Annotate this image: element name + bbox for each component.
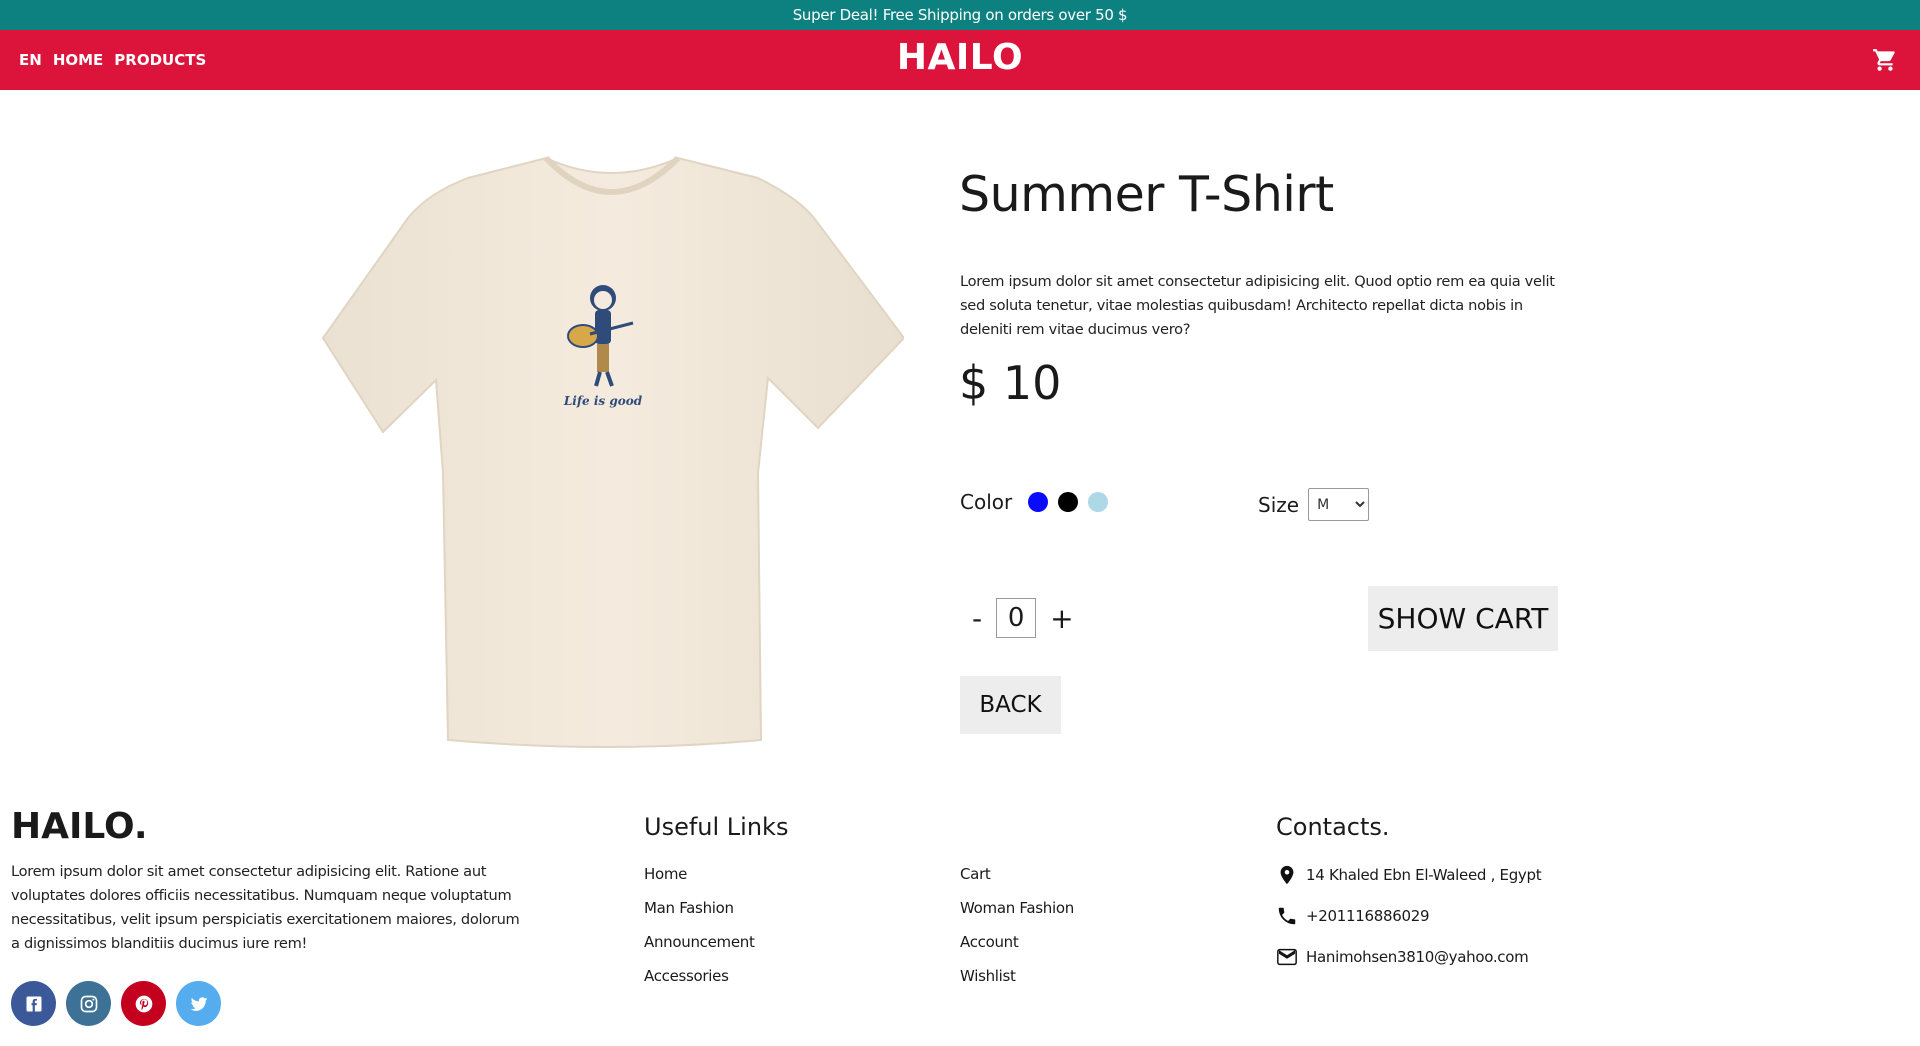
contact-phone: +201116886029 — [1276, 905, 1430, 927]
language-toggle[interactable]: EN — [19, 51, 42, 69]
decrease-quantity-button[interactable]: - — [968, 602, 986, 635]
size-selector: Size M — [1258, 488, 1370, 521]
footer-brand: HAILO. — [11, 806, 148, 847]
color-swatch-blue[interactable] — [1028, 492, 1049, 512]
useful-links-heading: Useful Links — [644, 813, 789, 841]
promo-bar: Super Deal! Free Shipping on orders over… — [0, 0, 1920, 30]
product-image: Life is good — [321, 155, 904, 748]
show-cart-button[interactable]: SHOW CART — [1368, 586, 1558, 651]
promo-text: Super Deal! Free Shipping on orders over… — [792, 6, 1128, 24]
contact-email: Hanimohsen3810@yahoo.com — [1276, 946, 1529, 968]
product-description: Lorem ipsum dolor sit amet consectetur a… — [960, 273, 1555, 338]
brand-logo: HAILO — [896, 37, 1024, 78]
nav-products-link[interactable]: PRODUCTS — [114, 51, 206, 69]
contact-address: 14 Khaled Ebn El-Waleed , Egypt — [1276, 864, 1542, 886]
color-swatch-black[interactable] — [1058, 492, 1079, 512]
tshirt-print-text: Life is good — [563, 394, 643, 408]
product-title: Summer T-Shirt — [959, 166, 1334, 223]
twitter-icon[interactable] — [176, 981, 221, 1026]
nav-home-link[interactable]: HOME — [53, 51, 103, 69]
footer-link-man-fashion[interactable]: Man Fashion — [644, 898, 755, 918]
color-selector: Color — [960, 490, 1109, 514]
color-label: Color — [960, 490, 1013, 514]
contact-phone-text: +201116886029 — [1306, 907, 1430, 925]
footer-link-woman-fashion[interactable]: Woman Fashion — [960, 898, 1074, 918]
footer-link-cart[interactable]: Cart — [960, 864, 1074, 884]
nav-left: EN HOME PRODUCTS — [19, 30, 206, 90]
color-swatch-light-blue[interactable] — [1088, 492, 1109, 512]
footer-link-wishlist[interactable]: Wishlist — [960, 966, 1074, 986]
tshirt-shape — [321, 156, 904, 748]
footer-links-column-2: Cart Woman Fashion Account Wishlist — [960, 864, 1074, 986]
contact-email-text: Hanimohsen3810@yahoo.com — [1306, 948, 1529, 966]
location-pin-icon — [1280, 865, 1294, 885]
facebook-icon[interactable] — [11, 981, 56, 1026]
footer-links-column-1: Home Man Fashion Announcement Accessorie… — [644, 864, 755, 986]
product-price: $ 10 — [959, 356, 1062, 410]
footer-description: Lorem ipsum dolor sit amet consectetur a… — [11, 863, 520, 952]
footer-link-home[interactable]: Home — [644, 864, 755, 884]
contact-address-text: 14 Khaled Ebn El-Waleed , Egypt — [1306, 866, 1542, 884]
footer-link-announcement[interactable]: Announcement — [644, 932, 755, 952]
footer-link-account[interactable]: Account — [960, 932, 1074, 952]
footer-link-accessories[interactable]: Accessories — [644, 966, 755, 986]
contacts-heading: Contacts. — [1276, 813, 1390, 841]
size-dropdown[interactable]: M — [1308, 488, 1370, 521]
instagram-icon[interactable] — [66, 981, 111, 1026]
social-links — [11, 981, 221, 1026]
phone-icon — [1278, 907, 1296, 925]
cart-icon[interactable] — [1872, 47, 1898, 73]
mail-icon — [1277, 948, 1297, 966]
quantity-stepper: - 0 + — [968, 598, 1078, 638]
size-label: Size — [1258, 492, 1300, 517]
back-button[interactable]: BACK — [960, 676, 1061, 734]
pinterest-icon[interactable] — [121, 981, 166, 1026]
increase-quantity-button[interactable]: + — [1046, 602, 1077, 635]
navbar: EN HOME PRODUCTS HAILO — [0, 30, 1920, 90]
quantity-value: 0 — [996, 598, 1037, 638]
